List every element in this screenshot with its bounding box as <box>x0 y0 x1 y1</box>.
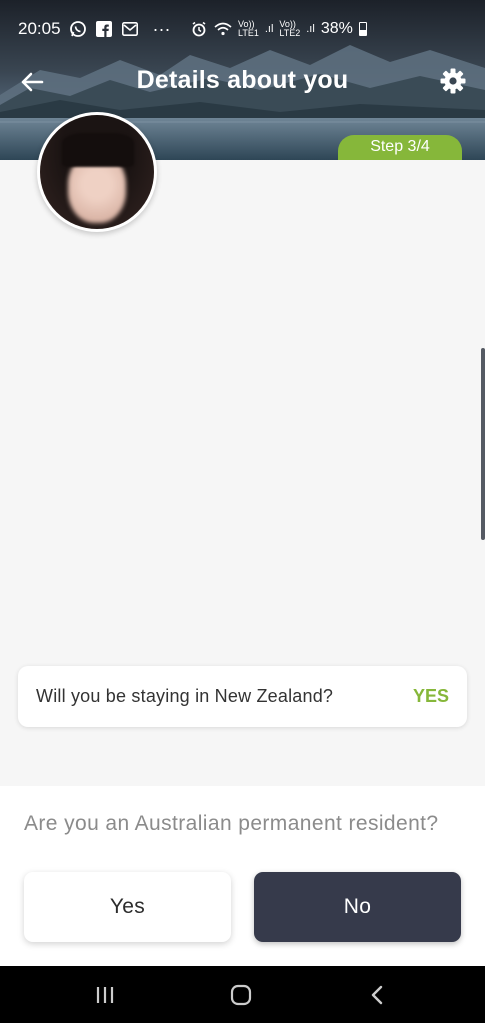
yes-button[interactable]: Yes <box>24 872 231 942</box>
current-question: Are you an Australian permanent resident… <box>24 812 439 835</box>
answered-question-value: YES <box>412 686 449 706</box>
toolbar: Details about you <box>0 58 485 106</box>
signal-bars-icon: .ıl <box>264 23 274 35</box>
page-title: Details about you <box>136 66 349 94</box>
gear-icon <box>440 68 466 94</box>
alarm-icon <box>190 20 208 38</box>
status-bar: 20:05 ··· Vo)) LTE1 .ıl Vo)) LTE2 .ıl 38% <box>0 0 485 58</box>
system-nav-bar <box>0 966 485 1023</box>
avatar <box>37 112 157 232</box>
nav-back-button[interactable] <box>362 980 392 1010</box>
home-button[interactable] <box>226 980 256 1010</box>
lte2-signal: Vo)) LTE2 <box>279 19 301 38</box>
step-indicator: Step 3/4 <box>338 135 462 160</box>
back-chevron-icon <box>371 985 383 1005</box>
settings-button[interactable] <box>439 67 467 95</box>
signal-bars-icon: .ıl <box>306 23 315 35</box>
scrollbar[interactable] <box>481 348 485 540</box>
facebook-icon <box>95 20 113 38</box>
wifi-icon <box>214 20 232 38</box>
lte1-signal: Vo)) LTE1 <box>238 19 259 38</box>
more-notifications-icon: ··· <box>152 18 171 39</box>
home-icon <box>230 984 252 1006</box>
whatsapp-icon <box>69 20 87 38</box>
question-panel: Are you an Australian permanent resident… <box>0 786 485 966</box>
answered-question-card[interactable]: Will you be staying in New Zealand? YES <box>18 666 467 727</box>
recent-apps-icon <box>96 987 114 1003</box>
mail-icon <box>121 20 139 38</box>
answered-question-text: Will you be staying in New Zealand? <box>36 686 334 706</box>
battery-icon <box>358 22 367 36</box>
battery-percent: 38% <box>320 20 353 37</box>
status-time: 20:05 <box>18 19 61 38</box>
recent-apps-button[interactable] <box>90 980 120 1010</box>
no-button[interactable]: No <box>254 872 461 942</box>
